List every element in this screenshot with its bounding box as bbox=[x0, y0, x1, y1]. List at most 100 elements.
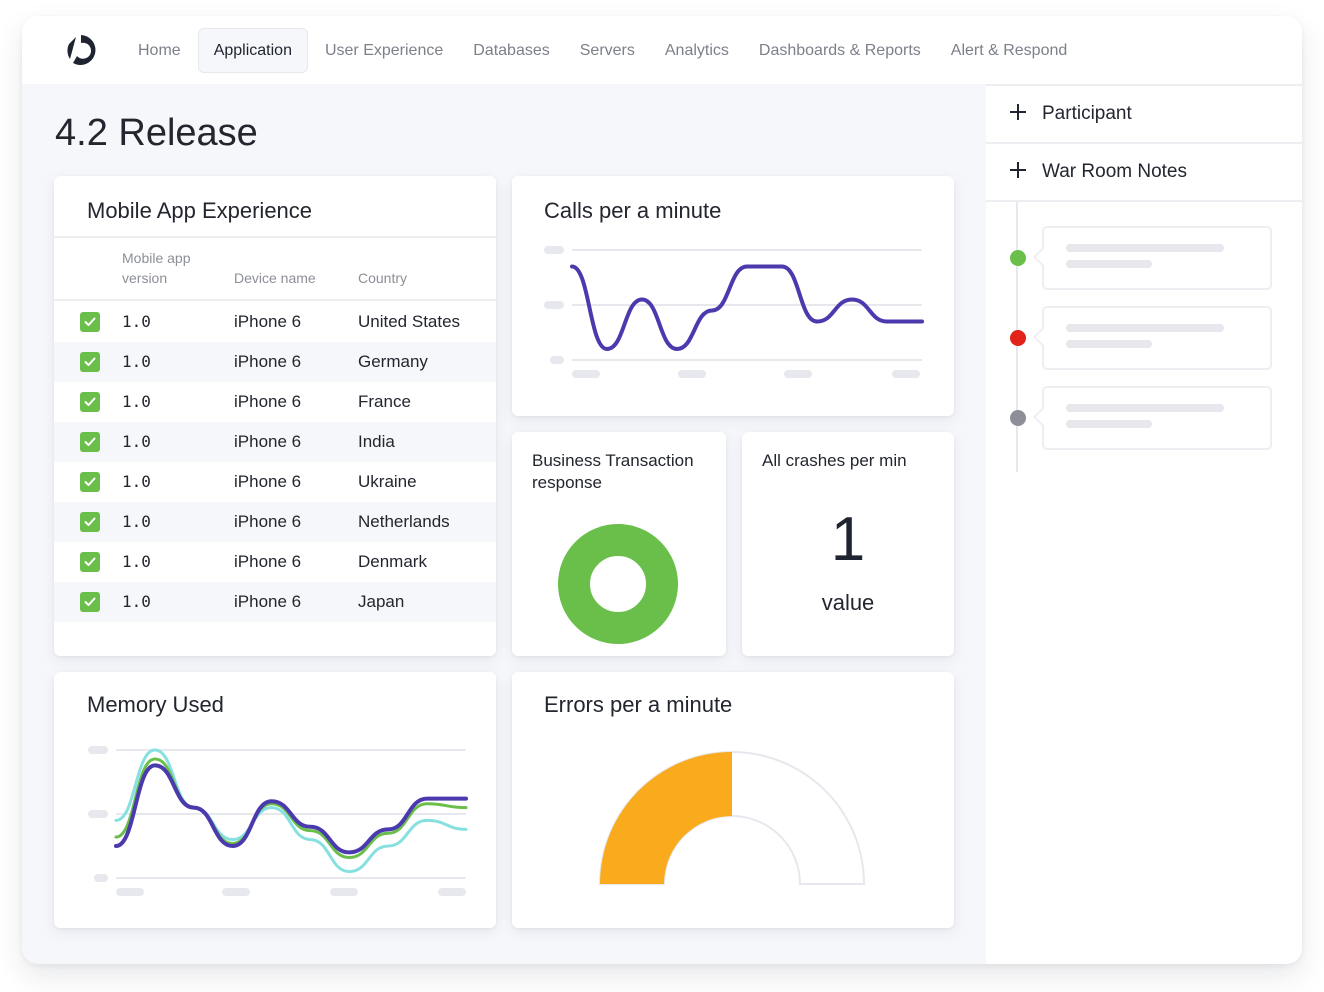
card-title: Mobile App Experience bbox=[87, 198, 313, 223]
cell-country: Netherlands bbox=[358, 512, 450, 531]
plus-icon bbox=[1010, 104, 1026, 120]
cell-country: France bbox=[358, 392, 411, 411]
business-donut-chart bbox=[558, 524, 678, 644]
table-row[interactable]: 1.0 iPhone 6 Germany bbox=[54, 342, 496, 382]
row-checkbox[interactable] bbox=[80, 392, 100, 412]
table-row[interactable]: 1.0 iPhone 6 Ukraine bbox=[54, 462, 496, 502]
check-icon bbox=[84, 517, 96, 526]
card-title: Errors per a minute bbox=[544, 692, 733, 717]
series-line-series-purple bbox=[114, 763, 468, 855]
placeholder-line bbox=[1066, 404, 1224, 412]
table-row[interactable]: 1.0 iPhone 6 Netherlands bbox=[54, 502, 496, 542]
cell-version: 1.0 bbox=[122, 472, 151, 491]
table-row[interactable]: 1.0 iPhone 6 India bbox=[54, 422, 496, 462]
row-checkbox[interactable] bbox=[80, 592, 100, 612]
cell-device: iPhone 6 bbox=[234, 592, 302, 611]
note-card[interactable] bbox=[1042, 386, 1272, 450]
y-tick-label-placeholder bbox=[88, 810, 108, 818]
x-tick-label-placeholder bbox=[222, 888, 250, 896]
column-header-country[interactable]: Country bbox=[358, 268, 407, 288]
gauge-value-arc bbox=[600, 752, 732, 884]
cell-device: iPhone 6 bbox=[234, 432, 302, 451]
divider bbox=[54, 236, 496, 238]
cell-country: Japan bbox=[358, 592, 405, 611]
cell-version: 1.0 bbox=[122, 592, 151, 611]
top-navigation: Home Application User Experience Databases S… bbox=[22, 16, 1302, 84]
cell-country: Germany bbox=[358, 352, 428, 371]
card-title: Business Transaction response bbox=[532, 451, 694, 492]
x-tick-label-placeholder bbox=[116, 888, 144, 896]
row-checkbox[interactable] bbox=[80, 312, 100, 332]
cell-device: iPhone 6 bbox=[234, 392, 302, 411]
column-header-device[interactable]: Device name bbox=[234, 268, 316, 288]
check-icon bbox=[84, 477, 96, 486]
donut-slice bbox=[558, 524, 678, 644]
placeholder-line bbox=[1066, 244, 1224, 252]
check-icon bbox=[84, 597, 96, 606]
check-icon bbox=[84, 437, 96, 446]
logo-icon[interactable] bbox=[64, 32, 98, 68]
placeholder-line bbox=[1066, 340, 1152, 348]
cell-device: iPhone 6 bbox=[234, 352, 302, 371]
nav-item-application[interactable]: Application bbox=[197, 28, 308, 73]
business-transaction-card: Business Transaction response bbox=[512, 432, 726, 656]
divider bbox=[54, 299, 496, 301]
y-tick-label-placeholder bbox=[550, 356, 564, 364]
nav-item-user-experience[interactable]: User Experience bbox=[312, 28, 456, 73]
series-line-calls bbox=[570, 264, 924, 352]
column-header-version[interactable]: Mobile app version bbox=[122, 248, 212, 288]
errors-gauge-chart bbox=[598, 751, 866, 885]
calls-line-chart bbox=[544, 246, 924, 378]
cell-country: United States bbox=[358, 312, 461, 331]
crash-value-label: value bbox=[821, 590, 875, 615]
crash-value: 1 bbox=[830, 505, 866, 574]
check-icon bbox=[84, 397, 96, 406]
table-row[interactable]: 1.0 iPhone 6 France bbox=[54, 382, 496, 422]
x-tick-label-placeholder bbox=[330, 888, 358, 896]
cell-version: 1.0 bbox=[122, 312, 151, 331]
y-tick-label-placeholder bbox=[94, 874, 108, 882]
check-icon bbox=[84, 357, 96, 366]
cell-version: 1.0 bbox=[122, 552, 151, 571]
note-card[interactable] bbox=[1042, 226, 1272, 290]
note-card[interactable] bbox=[1042, 306, 1272, 370]
plus-icon bbox=[1010, 162, 1026, 178]
nav-item-analytics[interactable]: Analytics bbox=[652, 28, 742, 73]
table-header: Mobile app version Device name Country bbox=[54, 248, 496, 300]
table-body: 1.0 iPhone 6 United States 1.0 iPhone 6 Germa… bbox=[54, 302, 496, 622]
placeholder-line bbox=[1066, 324, 1224, 332]
x-tick-label-placeholder bbox=[784, 370, 812, 378]
side-panel: Participant War Room Notes bbox=[986, 84, 1302, 964]
table-row[interactable]: 1.0 iPhone 6 United States bbox=[54, 302, 496, 342]
cell-device: iPhone 6 bbox=[234, 312, 302, 331]
cell-country: India bbox=[358, 432, 395, 451]
row-checkbox[interactable] bbox=[80, 512, 100, 532]
table-row[interactable]: 1.0 iPhone 6 Japan bbox=[54, 582, 496, 622]
mobile-app-experience-card: Mobile App Experience Mobile app version… bbox=[54, 176, 496, 656]
nav-item-dashboards-reports[interactable]: Dashboards & Reports bbox=[746, 28, 934, 73]
errors-per-minute-card: Errors per a minute bbox=[512, 672, 954, 928]
cell-device: iPhone 6 bbox=[234, 552, 302, 571]
row-checkbox[interactable] bbox=[80, 432, 100, 452]
app-window: Home Application User Experience Databases S… bbox=[22, 16, 1302, 964]
row-checkbox[interactable] bbox=[80, 352, 100, 372]
y-tick-label-placeholder bbox=[88, 746, 108, 754]
check-icon bbox=[84, 557, 96, 566]
nav-item-databases[interactable]: Databases bbox=[460, 28, 563, 73]
cell-version: 1.0 bbox=[122, 512, 151, 531]
nav-item-alert-respond[interactable]: Alert & Respond bbox=[938, 28, 1081, 73]
nav-item-servers[interactable]: Servers bbox=[567, 28, 648, 73]
row-checkbox[interactable] bbox=[80, 472, 100, 492]
nav-item-home[interactable]: Home bbox=[125, 28, 194, 73]
cell-country: Ukraine bbox=[358, 472, 417, 491]
add-participant-button[interactable]: Participant bbox=[986, 86, 1302, 144]
table-row[interactable]: 1.0 iPhone 6 Denmark bbox=[54, 542, 496, 582]
nav-menu: Home Application User Experience Databases S… bbox=[125, 28, 1084, 73]
memory-line-chart bbox=[88, 746, 468, 896]
placeholder-line bbox=[1066, 260, 1152, 268]
row-checkbox[interactable] bbox=[80, 552, 100, 572]
x-tick-label-placeholder bbox=[572, 370, 600, 378]
cell-country: Denmark bbox=[358, 552, 427, 571]
status-dot-success bbox=[1010, 250, 1026, 266]
add-war-room-notes-button[interactable]: War Room Notes bbox=[986, 144, 1302, 202]
